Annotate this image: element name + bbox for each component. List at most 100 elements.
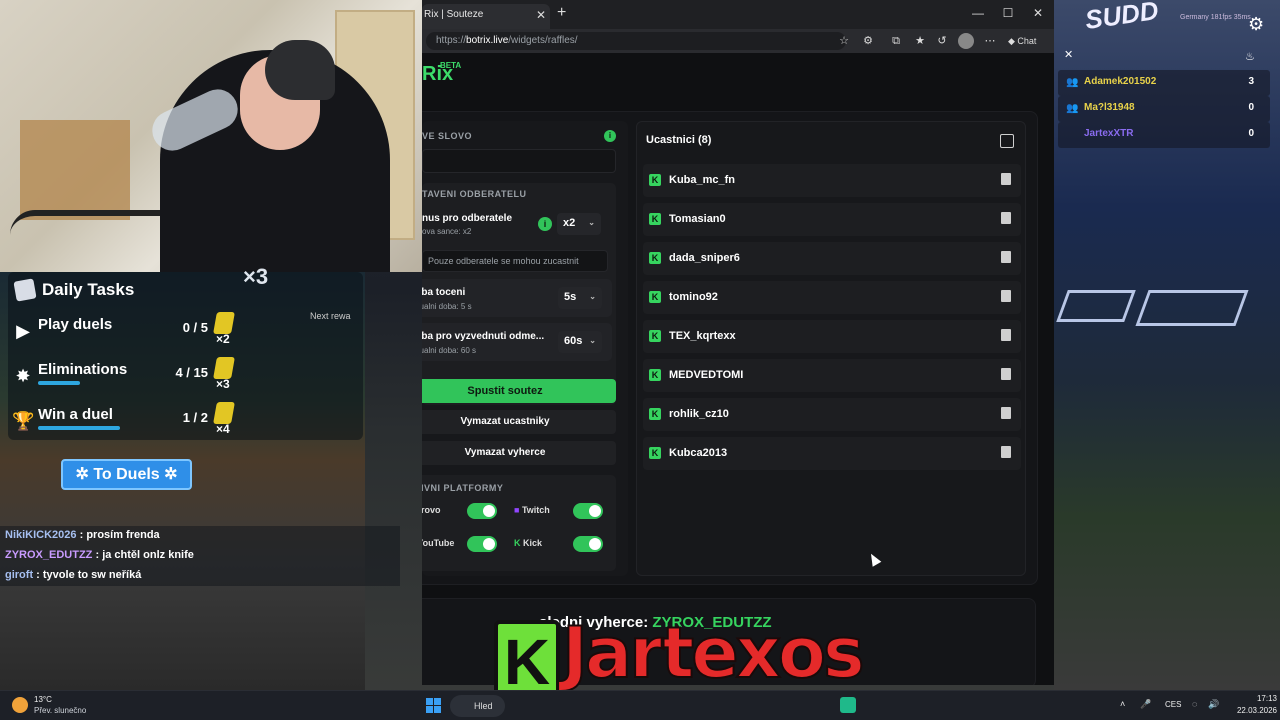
- weather-temperature[interactable]: 13°C: [34, 695, 52, 704]
- trash-icon[interactable]: [1001, 368, 1011, 380]
- trophy-icon: 🏆: [12, 411, 35, 431]
- eliminations-icon: ✸: [15, 366, 31, 386]
- trovo-toggle[interactable]: [467, 503, 497, 519]
- url-field[interactable]: https://botrix.live/widgets/raffles/: [426, 32, 846, 50]
- split-screen-icon[interactable]: ⧉: [888, 33, 904, 49]
- tab-close-icon[interactable]: ✕: [536, 4, 546, 26]
- bonus-select[interactable]: x2 ⌄: [557, 213, 601, 235]
- weather-description[interactable]: Přev. slunečno: [34, 706, 86, 715]
- participant-row: K Kuba_mc_fn: [643, 164, 1021, 197]
- chevron-down-icon: ⌄: [589, 292, 596, 301]
- tray-expand-icon[interactable]: ˄: [1120, 699, 1125, 709]
- favorite-star-icon[interactable]: ☆: [836, 33, 852, 49]
- scoreboard-row: 👥 Adamek201502 3: [1058, 70, 1270, 96]
- trash-icon[interactable]: [1001, 251, 1011, 263]
- taskbar-app-icon[interactable]: [840, 697, 856, 713]
- raffle-settings: VE SLOVO i TAVENI ODBERATELU nus pro odb…: [422, 121, 628, 576]
- spin-duration-select[interactable]: 5s ⌄: [558, 287, 602, 309]
- info-icon[interactable]: i: [604, 130, 616, 142]
- copilot-chat-button[interactable]: ◆ Chat: [1008, 32, 1036, 50]
- task-name: Win a duel: [38, 406, 113, 423]
- trash-icon[interactable]: [1001, 446, 1011, 458]
- minimize-icon[interactable]: —: [968, 6, 988, 20]
- platform-kick: K Kick: [514, 538, 543, 548]
- cam-cap: [265, 40, 335, 100]
- browser-tab[interactable]: Rix | Souteze ✕: [422, 4, 550, 29]
- language-indicator[interactable]: CES: [1165, 700, 1181, 709]
- spin-duration-sublabel: Aktualni doba: 5 s: [422, 302, 472, 311]
- chevron-down-icon: ⌄: [589, 336, 596, 345]
- taskbar: 13°C Přev. slunečno Hled ˄ 🎤 CES ◌ 🔊 17:…: [0, 690, 1280, 720]
- player-name: Ma?l31948: [1084, 102, 1135, 113]
- scoreboard-row: JartexXTR 0: [1058, 122, 1270, 148]
- bonus-info-icon[interactable]: i: [538, 217, 552, 231]
- chat-username: giroft: [5, 569, 34, 581]
- player-score: 0: [1248, 128, 1254, 139]
- trash-icon[interactable]: [1001, 212, 1011, 224]
- taskbar-search[interactable]: Hled: [450, 695, 505, 717]
- settings-gear-icon[interactable]: ⚙: [1248, 14, 1264, 35]
- task-play-duels: ▶ Play duels 0 / 5 ×2: [8, 312, 363, 360]
- extensions-icon[interactable]: ⚙: [860, 33, 876, 49]
- trash-icon[interactable]: [1001, 290, 1011, 302]
- participant-row: K Kubca2013: [643, 437, 1021, 470]
- new-tab-icon[interactable]: +: [557, 4, 566, 22]
- start-raffle-button[interactable]: Spustit soutez: [422, 379, 616, 403]
- kick-icon: K: [649, 369, 661, 381]
- play-icon: ▶: [16, 321, 30, 341]
- spin-duration-label: Doba toceni: [422, 287, 466, 298]
- start-button[interactable]: [426, 698, 441, 713]
- to-duels-button[interactable]: ✲ To Duels ✲: [61, 459, 192, 490]
- profile-avatar[interactable]: [958, 33, 974, 49]
- history-icon[interactable]: ↺: [934, 33, 950, 49]
- platform-trovo: ● Trovo: [422, 505, 441, 515]
- participant-row: K MEDVEDTOMI: [643, 359, 1021, 392]
- raffle-page: Rix BETA VE SLOVO i TAVENI ODBERATELU nu…: [422, 53, 1054, 685]
- copy-icon[interactable]: [1000, 134, 1014, 148]
- tasks-multiplier-badge: ×3: [243, 264, 269, 289]
- clock-date[interactable]: 22.03.2026: [1226, 706, 1277, 715]
- clear-participants-button[interactable]: Vymazat ucastniky: [422, 410, 616, 434]
- claim-duration-select[interactable]: 60s ⌄: [558, 331, 602, 353]
- clock-time[interactable]: 17:13: [1247, 694, 1277, 703]
- close-window-icon[interactable]: ✕: [1028, 6, 1048, 20]
- kick-icon: K: [649, 174, 661, 186]
- more-menu-icon[interactable]: ⋯: [982, 33, 998, 49]
- participant-name: tomino92: [669, 291, 718, 303]
- wifi-icon[interactable]: ◌: [1192, 699, 1197, 709]
- trash-icon[interactable]: [1001, 407, 1011, 419]
- webcam-feed: [0, 0, 422, 272]
- chat-text: prosím frenda: [86, 529, 160, 541]
- task-multiplier: ×2: [216, 332, 230, 346]
- kick-toggle[interactable]: [573, 536, 603, 552]
- participant-row: Ktomino92: [643, 281, 1021, 314]
- keyword-input[interactable]: [422, 149, 616, 173]
- subscriber-settings-header: TAVENI ODBERATELU: [422, 189, 527, 199]
- chat-text: tyvole to sw neříká: [42, 569, 142, 581]
- keyword-label: VE SLOVO: [422, 131, 473, 141]
- chat-username: NikiKICK2026: [5, 529, 77, 541]
- subscribers-only-option[interactable]: Pouze odberatele se mohou zucastnit: [422, 250, 608, 272]
- task-name: Play duels: [38, 316, 113, 333]
- tab-bar: Rix | Souteze ✕ + — ☐ ✕: [422, 0, 1054, 29]
- youtube-toggle[interactable]: [467, 536, 497, 552]
- weather-icon[interactable]: [12, 697, 28, 713]
- chat-message: ZYROX_EDUTZZ : ja chtěl onlz knife: [0, 546, 400, 566]
- player-name: JartexXTR: [1084, 128, 1134, 139]
- participant-row: K TEX_kqrtexx: [643, 320, 1021, 353]
- stream-chat: NikiKICK2026 : prosím frenda ZYROX_EDUTZ…: [0, 526, 400, 586]
- fps-readout: Germany 181fps 35ms: [1180, 14, 1251, 21]
- task-progress-bar: [38, 381, 80, 385]
- chat-text: ja chtěl onlz knife: [102, 549, 194, 561]
- claim-duration-label: Doba pro vyzvednuti odme...: [422, 331, 545, 342]
- daily-tasks-panel: ×3 Daily Tasks ▶ Play duels 0 / 5 ×2 ✸ E…: [8, 264, 363, 440]
- maximize-icon[interactable]: ☐: [998, 6, 1018, 20]
- volume-icon[interactable]: 🔊: [1208, 699, 1219, 710]
- clear-winners-button[interactable]: Vymazat vyherce: [422, 441, 616, 465]
- scoreboard: 👥 Adamek201502 3 👥 Ma?l31948 0 JartexXTR 0: [1058, 46, 1270, 148]
- trash-icon[interactable]: [1001, 329, 1011, 341]
- favorites-icon[interactable]: ★: [912, 33, 928, 49]
- twitch-toggle[interactable]: [573, 503, 603, 519]
- microphone-icon[interactable]: 🎤: [1140, 699, 1151, 710]
- trash-icon[interactable]: [1001, 173, 1011, 185]
